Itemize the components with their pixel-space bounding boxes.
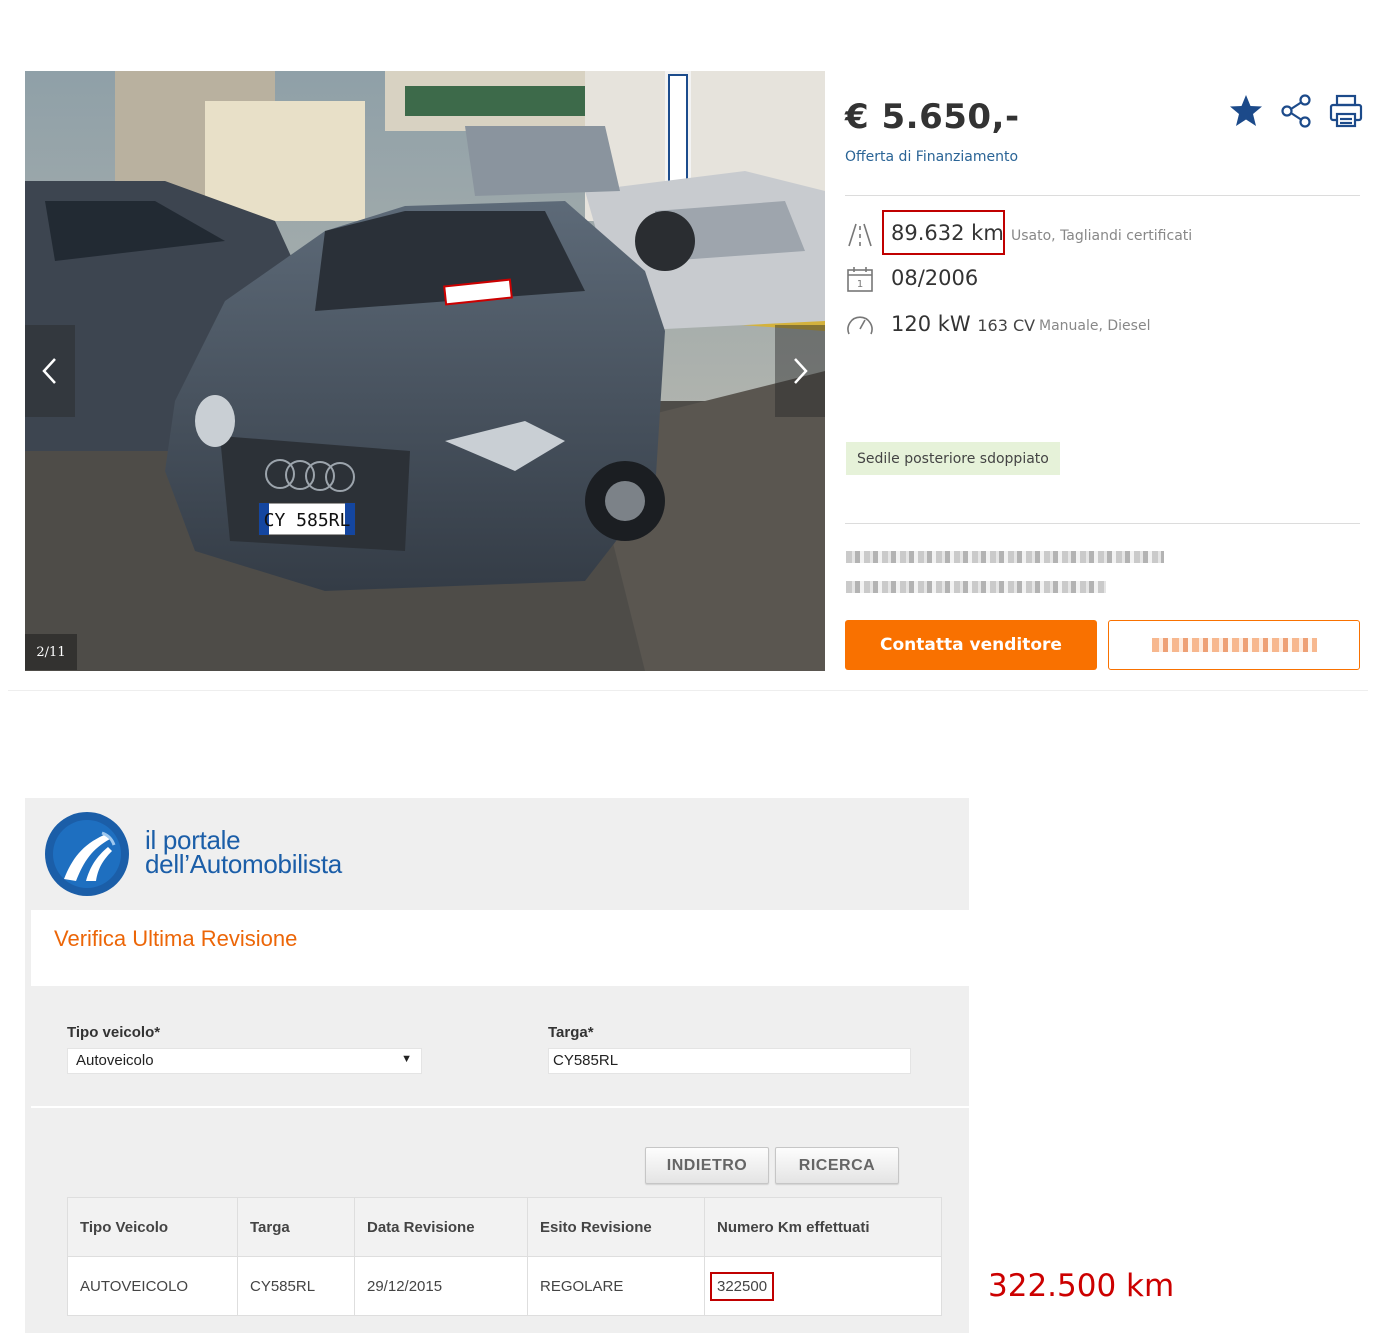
portal-brand: il portale dell’Automobilista [145, 827, 342, 879]
financing-link[interactable]: Offerta di Finanziamento [845, 149, 1018, 165]
portal-logo-icon[interactable] [44, 811, 130, 897]
vehicle-type-select[interactable]: Autoveicolo ▼ [67, 1048, 422, 1074]
road-icon [846, 221, 874, 249]
table-row: AUTOVEICOLO CY585RL 29/12/2015 REGOLARE … [67, 1256, 942, 1316]
km-highlight: 322500 [710, 1271, 775, 1301]
photo-counter: 2/11 [25, 634, 77, 670]
blurred-phone [1151, 638, 1317, 652]
divider [845, 195, 1360, 196]
license-plate-text: CY 585RL [264, 510, 351, 531]
plate-input[interactable]: CY585RL [548, 1048, 911, 1074]
table-cell: AUTOVEICOLO [67, 1256, 238, 1316]
column-header: Targa [237, 1197, 355, 1257]
contact-seller-button[interactable]: Contatta venditore [845, 620, 1097, 670]
power-cv: 163 CV [977, 316, 1036, 335]
previous-photo-button[interactable] [25, 325, 75, 417]
page-title: Verifica Ultima Revisione [54, 926, 298, 951]
next-photo-button[interactable] [775, 325, 825, 417]
column-header: Esito Revisione [527, 1197, 705, 1257]
blurred-dealer-info [846, 581, 1106, 593]
star-icon[interactable] [1228, 93, 1264, 129]
registration-date: 08/2006 [891, 266, 979, 290]
portal-brand-line2: dell’Automobilista [145, 849, 342, 879]
back-button[interactable]: INDIETRO [645, 1147, 769, 1184]
svg-text:1: 1 [857, 279, 863, 290]
table-cell: 29/12/2015 [354, 1256, 528, 1316]
column-header: Data Revisione [354, 1197, 528, 1257]
vehicle-type-label: Tipo veicolo* [67, 1024, 161, 1041]
blurred-dealer-info [846, 551, 1164, 563]
divider [8, 690, 1368, 691]
results-table: Tipo Veicolo Targa Data Revisione Esito … [67, 1197, 942, 1316]
column-header: Tipo Veicolo [67, 1197, 238, 1257]
speedometer-icon [846, 312, 874, 340]
search-button[interactable]: RICERCA [775, 1147, 899, 1184]
feature-tag: Sedile posteriore sdoppiato [846, 442, 1060, 475]
search-form [31, 986, 969, 1106]
dropdown-arrow-icon: ▼ [401, 1053, 412, 1065]
table-cell: 322500 [704, 1256, 942, 1316]
vehicle-type-value: Autoveicolo [76, 1052, 154, 1069]
share-icon[interactable] [1279, 93, 1315, 129]
transmission-fuel: Manuale, Diesel [1039, 318, 1151, 334]
column-header: Numero Km effettuati [704, 1197, 942, 1257]
price: € 5.650,- [845, 97, 1020, 137]
chevron-left-icon [42, 358, 56, 384]
condition-text: Usato, Tagliandi certificati [1011, 228, 1193, 244]
phone-button[interactable] [1108, 620, 1360, 670]
plate-label: Targa* [548, 1024, 594, 1041]
calendar-icon: 1 [846, 265, 874, 293]
table-cell: REGOLARE [527, 1256, 705, 1316]
print-icon[interactable] [1328, 93, 1364, 129]
power-kw: 120 kW [891, 312, 971, 336]
divider [31, 1106, 969, 1108]
divider [845, 523, 1360, 524]
car-photo[interactable]: CY 585RL [25, 71, 825, 671]
chevron-right-icon [794, 358, 808, 384]
mileage-highlight [882, 210, 1005, 255]
table-header-row: Tipo Veicolo Targa Data Revisione Esito … [67, 1197, 942, 1257]
table-cell: CY585RL [237, 1256, 355, 1316]
real-km-annotation: 322.500 km [988, 1268, 1175, 1304]
power-value: 120 kW 163 CV [891, 312, 1035, 336]
